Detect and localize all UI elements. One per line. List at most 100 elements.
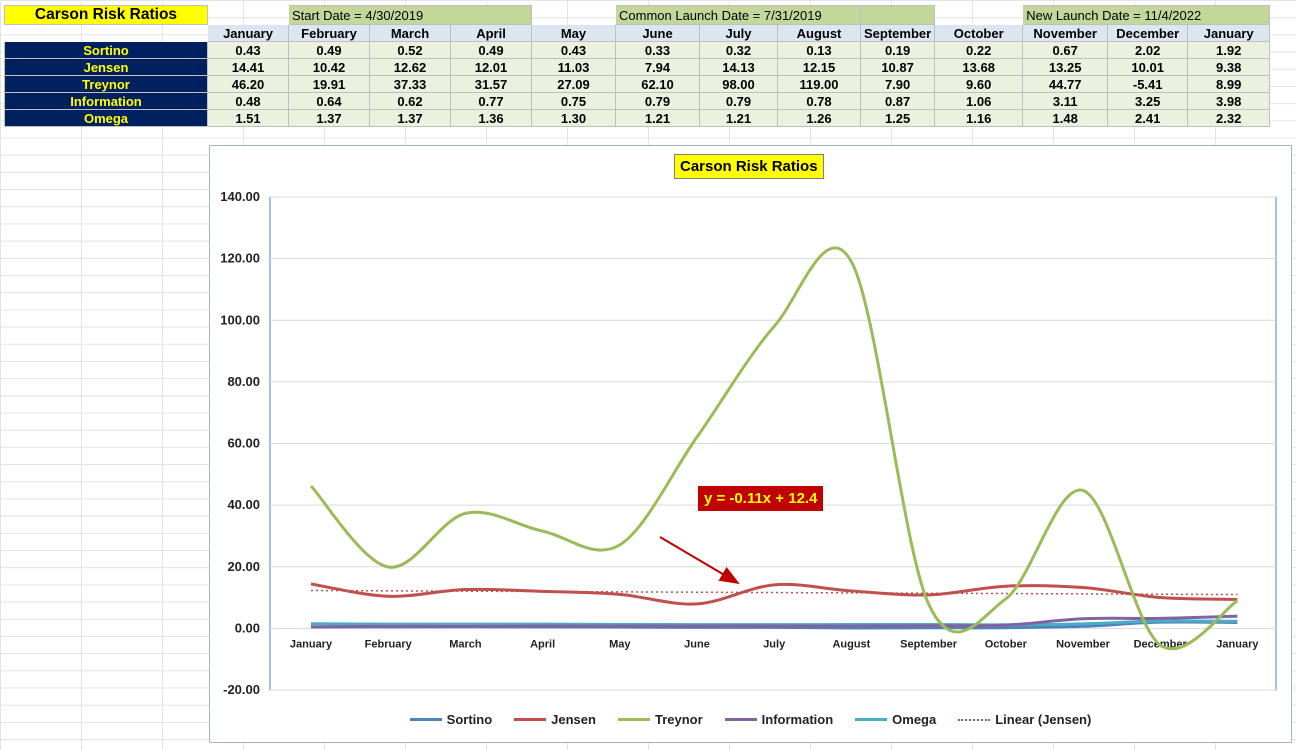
data-cell[interactable]: 7.90 — [859, 75, 936, 93]
data-cell[interactable]: 1.30 — [531, 109, 616, 127]
data-cell[interactable]: 0.77 — [450, 92, 532, 110]
data-cell[interactable]: 14.13 — [699, 58, 778, 76]
month-header[interactable]: January — [1187, 24, 1271, 42]
legend-item[interactable]: Jensen — [514, 712, 596, 727]
data-cell[interactable]: 3.25 — [1107, 92, 1189, 110]
data-cell[interactable]: 2.32 — [1187, 109, 1271, 127]
month-header[interactable]: March — [369, 24, 451, 42]
month-header[interactable]: February — [288, 24, 370, 42]
data-cell[interactable]: 1.37 — [288, 109, 370, 127]
data-cell[interactable]: 1.16 — [934, 109, 1024, 127]
data-cell[interactable]: 119.00 — [777, 75, 861, 93]
month-header[interactable]: August — [777, 24, 861, 42]
data-cell[interactable]: 0.22 — [934, 41, 1024, 59]
data-cell[interactable]: 1.25 — [859, 109, 936, 127]
data-cell[interactable]: 1.21 — [615, 109, 700, 127]
data-cell[interactable]: 0.32 — [699, 41, 778, 59]
legend-item[interactable]: Omega — [855, 712, 936, 727]
data-cell[interactable]: 13.25 — [1022, 58, 1109, 76]
month-header[interactable]: April — [450, 24, 532, 42]
month-header[interactable]: July — [699, 24, 778, 42]
blank-cell[interactable] — [532, 6, 616, 25]
start-date-label[interactable]: Start Date = 4/30/2019 — [288, 5, 532, 25]
month-header[interactable]: November — [1022, 24, 1109, 42]
legend-item[interactable]: Sortino — [409, 712, 492, 727]
data-cell[interactable]: 2.41 — [1107, 109, 1189, 127]
data-cell[interactable]: 37.33 — [369, 75, 451, 93]
green-cell[interactable] — [859, 5, 936, 25]
data-cell[interactable]: 1.48 — [1022, 109, 1109, 127]
month-header[interactable]: October — [934, 24, 1024, 42]
data-cell[interactable]: 0.75 — [531, 92, 616, 110]
blank-cell[interactable] — [935, 6, 1023, 25]
legend-item[interactable]: Treynor — [617, 712, 703, 727]
data-cell[interactable]: 8.99 — [1187, 75, 1271, 93]
row-label[interactable]: Jensen — [4, 58, 208, 76]
data-cell[interactable]: 3.11 — [1022, 92, 1109, 110]
data-cell[interactable]: 13.68 — [934, 58, 1024, 76]
data-cell[interactable]: 0.33 — [615, 41, 700, 59]
data-cell[interactable]: 1.26 — [777, 109, 861, 127]
data-cell[interactable]: 1.92 — [1187, 41, 1271, 59]
month-header[interactable]: December — [1107, 24, 1189, 42]
data-cell[interactable]: 2.02 — [1107, 41, 1189, 59]
data-cell[interactable]: 0.79 — [699, 92, 778, 110]
data-cell[interactable]: 0.78 — [777, 92, 861, 110]
data-cell[interactable]: 0.79 — [615, 92, 700, 110]
month-header[interactable]: September — [859, 24, 936, 42]
data-cell[interactable]: 27.09 — [531, 75, 616, 93]
month-header[interactable]: January — [207, 24, 289, 42]
month-header[interactable]: May — [531, 24, 616, 42]
data-cell[interactable]: 1.36 — [450, 109, 532, 127]
data-cell[interactable]: 9.60 — [934, 75, 1024, 93]
sheet-title[interactable]: Carson Risk Ratios — [4, 5, 208, 25]
data-cell[interactable]: 12.15 — [777, 58, 861, 76]
common-launch-label[interactable]: Common Launch Date = 7/31/2019 — [615, 5, 861, 25]
month-header[interactable]: June — [615, 24, 700, 42]
blank-cell[interactable] — [5, 25, 208, 42]
data-cell[interactable]: 11.03 — [531, 58, 616, 76]
blank-cell[interactable] — [208, 6, 289, 25]
data-cell[interactable]: 3.98 — [1187, 92, 1271, 110]
data-cell[interactable]: 98.00 — [699, 75, 778, 93]
row-label[interactable]: Treynor — [4, 75, 208, 93]
data-cell[interactable]: 0.13 — [777, 41, 861, 59]
legend-item[interactable]: Linear (Jensen) — [958, 712, 1091, 727]
data-cell[interactable]: 0.19 — [859, 41, 936, 59]
legend-item[interactable]: Information — [724, 712, 833, 727]
row-label[interactable]: Sortino — [4, 41, 208, 59]
new-launch-label[interactable]: New Launch Date = 11/4/2022 — [1022, 5, 1271, 25]
data-cell[interactable]: 0.49 — [450, 41, 532, 59]
data-cell[interactable]: 44.77 — [1022, 75, 1109, 93]
row-label[interactable]: Omega — [4, 109, 208, 127]
data-cell[interactable]: 10.87 — [859, 58, 936, 76]
data-cell[interactable]: 12.01 — [450, 58, 532, 76]
data-cell[interactable]: 31.57 — [450, 75, 532, 93]
data-cell[interactable]: 0.43 — [207, 41, 289, 59]
data-cell[interactable]: 46.20 — [207, 75, 289, 93]
data-cell[interactable]: 0.49 — [288, 41, 370, 59]
data-cell[interactable]: 1.21 — [699, 109, 778, 127]
data-cell[interactable]: 0.48 — [207, 92, 289, 110]
data-cell[interactable]: 1.51 — [207, 109, 289, 127]
data-cell[interactable]: 7.94 — [615, 58, 700, 76]
data-cell[interactable]: 1.06 — [934, 92, 1024, 110]
data-cell[interactable]: 0.64 — [288, 92, 370, 110]
data-cell[interactable]: 10.01 — [1107, 58, 1189, 76]
data-cell[interactable]: 12.62 — [369, 58, 451, 76]
trendline-equation-label[interactable]: y = -0.11x + 12.4 — [698, 486, 824, 511]
data-cell[interactable]: 19.91 — [288, 75, 370, 93]
data-cell[interactable]: -5.41 — [1107, 75, 1189, 93]
data-cell[interactable]: 9.38 — [1187, 58, 1271, 76]
row-label[interactable]: Information — [4, 92, 208, 110]
data-cell[interactable]: 0.52 — [369, 41, 451, 59]
data-cell[interactable]: 14.41 — [207, 58, 289, 76]
data-cell[interactable]: 0.67 — [1022, 41, 1109, 59]
data-cell[interactable]: 0.87 — [859, 92, 936, 110]
data-cell[interactable]: 1.37 — [369, 109, 451, 127]
data-cell[interactable]: 0.43 — [531, 41, 616, 59]
data-cell[interactable]: 10.42 — [288, 58, 370, 76]
risk-ratios-chart[interactable]: Carson Risk Ratios -20.00 0.00 20.00 40.00 6… — [209, 145, 1292, 743]
data-cell[interactable]: 62.10 — [615, 75, 700, 93]
data-cell[interactable]: 0.62 — [369, 92, 451, 110]
